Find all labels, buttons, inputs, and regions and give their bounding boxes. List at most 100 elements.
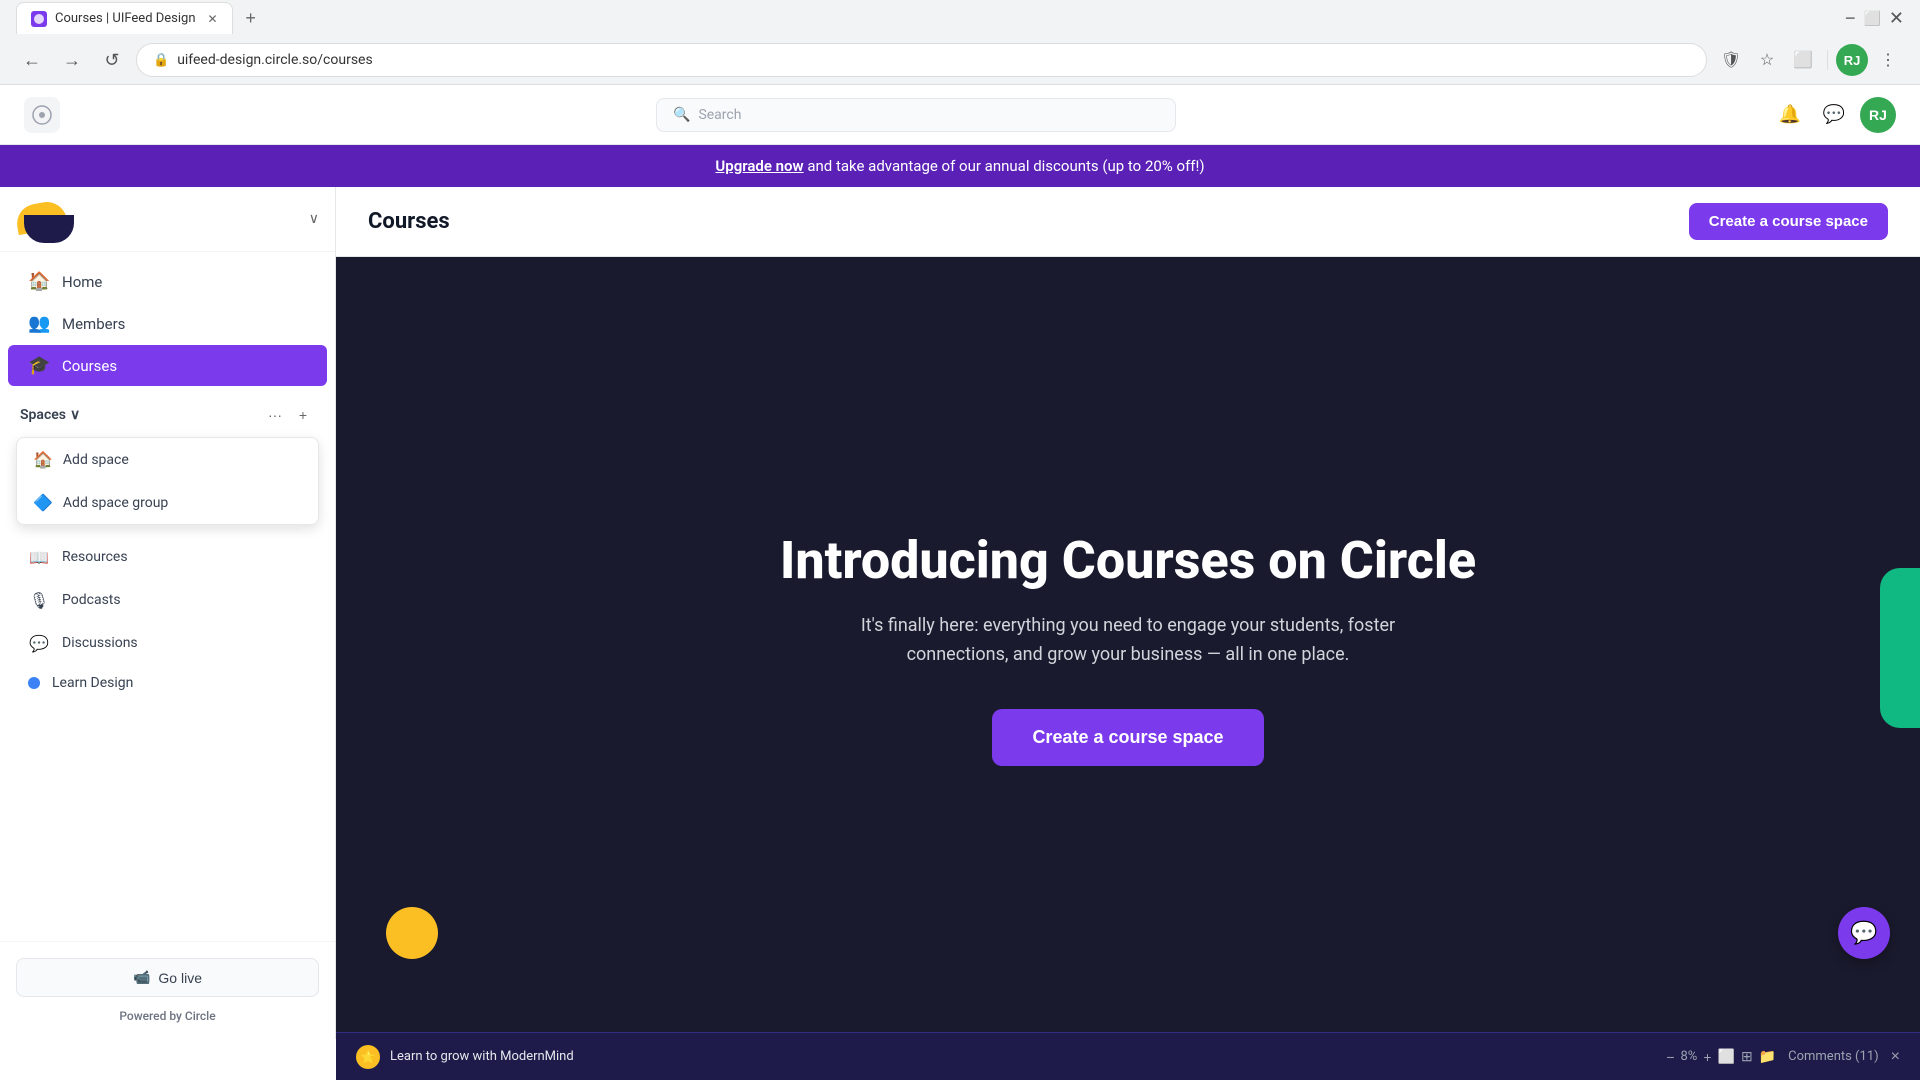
url-display: uifeed-design.circle.so/courses xyxy=(177,52,373,68)
sidebar-bottom: 📹 Go live Powered by Circle xyxy=(0,941,335,1039)
tablet-btn[interactable]: ⬜ xyxy=(1787,44,1819,76)
sidebar-nav: 🏠 Home 👥 Members 🎓 Courses xyxy=(0,252,335,395)
lock-icon: 🔒 xyxy=(153,53,169,68)
resources-icon: 📖 xyxy=(28,546,50,568)
chat-bubble-btn[interactable]: 💬 xyxy=(1838,907,1890,959)
reload-button[interactable]: ↺ xyxy=(96,44,128,76)
go-live-label: Go live xyxy=(158,970,202,986)
browser-avatar[interactable]: RJ xyxy=(1836,44,1868,76)
star-btn[interactable]: ☆ xyxy=(1751,44,1783,76)
notification-bell[interactable]: 🔔 xyxy=(1772,97,1808,133)
home-icon: 🏠 xyxy=(28,271,50,292)
tab-title: Courses | UIFeed Design xyxy=(55,11,196,26)
sidebar-item-learn-design[interactable]: Learn Design xyxy=(8,665,327,701)
hero-subtitle: It's finally here: everything you need t… xyxy=(828,612,1428,670)
spaces-chevron: ∨ xyxy=(70,407,80,423)
create-course-space-hero-btn[interactable]: Create a course space xyxy=(992,709,1263,766)
spaces-section: Spaces ∨ ··· + 🏠 Add space 🔷 xyxy=(0,395,335,527)
user-avatar[interactable]: RJ xyxy=(1860,97,1896,133)
add-space-group-label: Add space group xyxy=(63,495,168,511)
window-close[interactable]: ✕ xyxy=(1889,8,1904,29)
back-button[interactable]: ← xyxy=(16,44,48,76)
sidebar-item-members-label: Members xyxy=(62,315,125,333)
bottom-notification-bar: ⭐ Learn to grow with ModernMind − 8% + ⬜… xyxy=(336,1032,1920,1039)
go-live-icon: 📹 xyxy=(133,969,150,986)
app-logo-button[interactable] xyxy=(24,97,60,133)
active-tab[interactable]: Courses | UIFeed Design ✕ xyxy=(16,2,233,34)
chat-icon[interactable]: 💬 xyxy=(1816,97,1852,133)
spaces-more-btn[interactable]: ··· xyxy=(263,403,287,427)
spaces-add-btn[interactable]: + xyxy=(291,403,315,427)
page-title: Courses xyxy=(368,209,450,234)
sidebar-item-courses[interactable]: 🎓 Courses xyxy=(8,345,327,386)
add-space-group-icon: 🔷 xyxy=(33,493,53,512)
window-maximize[interactable]: ⬜ xyxy=(1863,10,1880,27)
spaces-label: Spaces xyxy=(20,407,66,423)
spaces-header: Spaces ∨ ··· + xyxy=(8,395,327,435)
hero-yellow-ball xyxy=(386,907,438,959)
banner-text: and take advantage of our annual discoun… xyxy=(804,157,1205,175)
tab-close-btn[interactable]: ✕ xyxy=(208,12,218,26)
hero-section: Introducing Courses on Circle It's final… xyxy=(336,257,1920,1039)
powered-by: Powered by Circle xyxy=(16,1009,319,1023)
shield-btn[interactable]: 🛡 xyxy=(1715,44,1747,76)
add-space-group-item[interactable]: 🔷 Add space group xyxy=(17,481,318,524)
sidebar-item-discussions[interactable]: 💬 Discussions xyxy=(8,622,327,664)
sidebar-item-podcasts[interactable]: 🎙 Podcasts xyxy=(8,579,327,621)
app-body: ∨ 🏠 Home 👥 Members 🎓 Courses xyxy=(0,187,1920,1039)
discussions-icon: 💬 xyxy=(28,632,50,654)
search-placeholder: Search xyxy=(698,107,741,123)
logo-dark xyxy=(24,215,74,243)
add-space-icon: 🏠 xyxy=(33,450,53,469)
forward-button[interactable]: → xyxy=(56,44,88,76)
sidebar-item-home[interactable]: 🏠 Home xyxy=(8,261,327,302)
address-bar[interactable]: 🔒 uifeed-design.circle.so/courses xyxy=(136,43,1707,77)
app-container: 🔍 Search 🔔 💬 RJ Upgrade now and take adv… xyxy=(0,85,1920,1039)
circle-brand: Circle xyxy=(185,1009,216,1023)
sidebar-item-resources[interactable]: 📖 Resources xyxy=(8,536,327,578)
divider xyxy=(1827,50,1828,70)
spaces-dropdown: 🏠 Add space 🔷 Add space group xyxy=(16,437,319,525)
learn-design-label: Learn Design xyxy=(52,675,133,691)
sidebar-logo xyxy=(16,199,96,239)
podcasts-label: Podcasts xyxy=(62,592,121,608)
create-course-space-header-btn[interactable]: Create a course space xyxy=(1689,203,1888,240)
upgrade-link[interactable]: Upgrade now xyxy=(715,157,803,175)
search-icon: 🔍 xyxy=(673,107,690,123)
hero-title: Introducing Courses on Circle xyxy=(780,530,1476,592)
app-header: 🔍 Search 🔔 💬 RJ xyxy=(0,85,1920,145)
add-space-label: Add space xyxy=(63,452,129,468)
window-minimize[interactable]: − xyxy=(1845,8,1856,29)
go-live-button[interactable]: 📹 Go live xyxy=(16,958,319,997)
toolbar-actions: 🛡 ☆ ⬜ RJ ⋮ xyxy=(1715,44,1904,76)
resources-label: Resources xyxy=(62,549,128,565)
members-icon: 👥 xyxy=(28,313,50,334)
hero-green-bar xyxy=(1880,568,1920,728)
sidebar-nav-bottom: 📖 Resources 🎙 Podcasts 💬 Discussions Lea… xyxy=(0,527,335,710)
add-space-item[interactable]: 🏠 Add space xyxy=(17,438,318,481)
sidebar-item-members[interactable]: 👥 Members xyxy=(8,303,327,344)
sidebar-item-home-label: Home xyxy=(62,273,102,291)
tab-favicon xyxy=(31,11,47,27)
discussions-label: Discussions xyxy=(62,635,138,651)
sidebar-header: ∨ xyxy=(0,187,335,252)
page-header: Courses Create a course space xyxy=(336,187,1920,257)
more-btn[interactable]: ⋮ xyxy=(1872,44,1904,76)
upgrade-banner: Upgrade now and take advantage of our an… xyxy=(0,145,1920,187)
browser-chrome: Courses | UIFeed Design ✕ + − ⬜ ✕ ← → ↺ … xyxy=(0,0,1920,85)
spaces-toggle[interactable]: Spaces ∨ xyxy=(20,407,80,423)
sidebar-chevron-icon[interactable]: ∨ xyxy=(309,211,319,227)
chat-bubble-icon: 💬 xyxy=(1850,921,1877,946)
header-actions: 🔔 💬 RJ xyxy=(1772,97,1896,133)
new-tab-button[interactable]: + xyxy=(237,4,265,32)
learn-design-dot xyxy=(28,677,40,689)
search-bar[interactable]: 🔍 Search xyxy=(656,98,1176,132)
courses-icon: 🎓 xyxy=(28,355,50,376)
browser-toolbar: ← → ↺ 🔒 uifeed-design.circle.so/courses … xyxy=(0,36,1920,84)
sidebar: ∨ 🏠 Home 👥 Members 🎓 Courses xyxy=(0,187,336,1039)
sidebar-item-courses-label: Courses xyxy=(62,357,117,375)
main-content: Courses Create a course space Introducin… xyxy=(336,187,1920,1039)
tab-bar: Courses | UIFeed Design ✕ + − ⬜ ✕ xyxy=(0,0,1920,36)
spaces-actions: ··· + xyxy=(263,403,315,427)
podcasts-icon: 🎙 xyxy=(28,589,50,611)
